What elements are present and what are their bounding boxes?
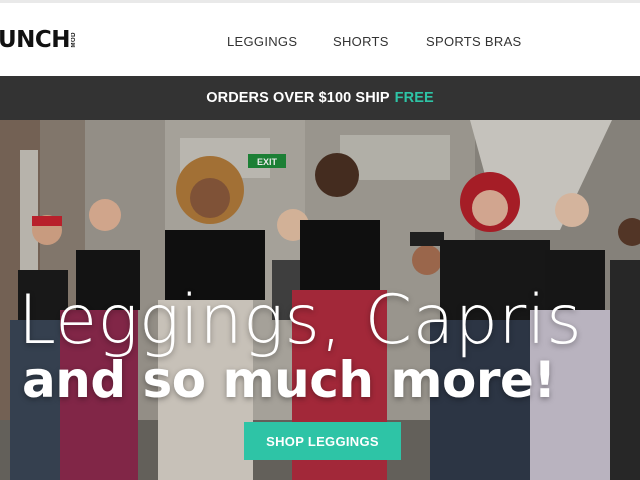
- site-header: UNCH MOD LEGGINGS SHORTS SPORTS BRAS: [0, 0, 640, 76]
- nav-item-sports-bras[interactable]: SPORTS BRAS: [426, 34, 522, 49]
- hero-headline-line2: and so much more!: [22, 351, 556, 409]
- main-nav: LEGGINGS SHORTS SPORTS BRAS: [0, 34, 640, 52]
- promo-banner: ORDERS OVER $100 SHIP FREE: [0, 76, 640, 120]
- shop-leggings-button[interactable]: SHOP LEGGINGS: [244, 422, 401, 460]
- promo-text: ORDERS OVER $100 SHIP: [206, 90, 390, 106]
- hero-headline-line1: Leggings, Capris: [18, 281, 583, 360]
- nav-item-leggings[interactable]: LEGGINGS: [227, 34, 297, 49]
- nav-item-shorts[interactable]: SHORTS: [333, 34, 389, 49]
- hero-banner: EXIT: [0, 120, 640, 480]
- promo-accent-text: FREE: [394, 90, 434, 106]
